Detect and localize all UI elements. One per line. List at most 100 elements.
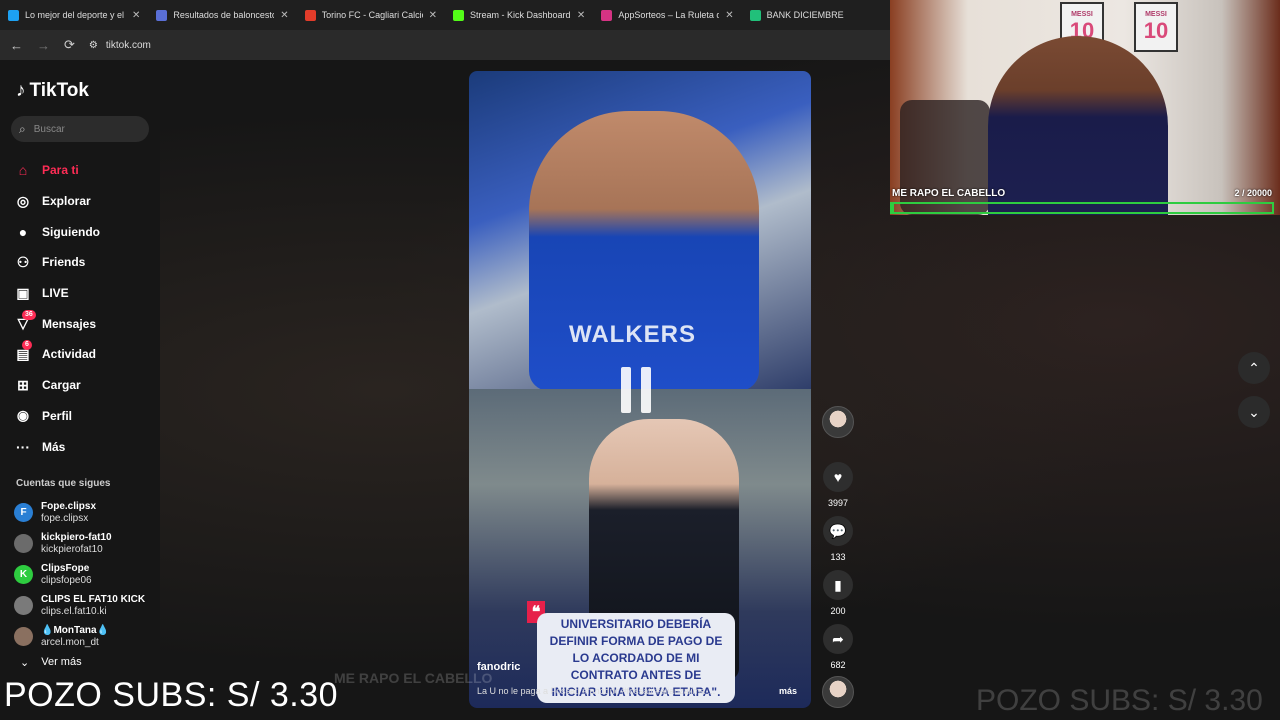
like-button[interactable]: ♥ 3997 xyxy=(821,462,855,508)
frame-number-2: 10 xyxy=(1143,17,1169,43)
close-icon[interactable]: ✕ xyxy=(725,10,733,21)
following-title: Cuentas que sigues xyxy=(16,478,111,489)
nav-item-following[interactable]: ● Siguiendo xyxy=(14,216,100,247)
bookmark-icon: ▮ xyxy=(823,570,853,600)
avatar xyxy=(14,596,33,615)
browser-tab[interactable]: BANK DICIEMBRE xyxy=(742,0,890,30)
video-top-frame: WALKERS xyxy=(469,71,811,391)
next-video-button[interactable]: ⌄ xyxy=(1238,396,1270,428)
jersey-text: WALKERS xyxy=(569,321,696,348)
following-account[interactable]: 💧MonTana💧 arcel.mon_dt xyxy=(14,621,145,652)
tab-label: Stream - Kick Dashboard xyxy=(469,10,571,20)
comment-button[interactable]: 💬 133 xyxy=(821,516,855,562)
share-icon: ➦ xyxy=(823,624,853,654)
avatar xyxy=(822,406,854,438)
home-icon: ⌂ xyxy=(18,162,28,179)
following-account[interactable]: CLIPS EL FAT10 KICK clips.el.fat10.ki xyxy=(14,590,145,621)
forward-icon[interactable]: → xyxy=(37,38,50,53)
nav-item-friends[interactable]: ⚇ Friends xyxy=(14,247,100,278)
nav-item-messages[interactable]: ▽ 36 Mensajes xyxy=(14,308,100,339)
following-account[interactable]: K ClipsFope clipsfope06 xyxy=(14,559,145,590)
pause-icon[interactable] xyxy=(621,367,651,413)
close-icon[interactable]: ✕ xyxy=(577,10,585,21)
logo-text: TikTok xyxy=(29,80,89,101)
browser-tab[interactable]: Torino FC - Cagliari Calcio Fútbol ✕ xyxy=(297,0,445,30)
nav-label: Más xyxy=(42,439,66,454)
nav-item-profile[interactable]: ◉ Perfil xyxy=(14,401,100,432)
frame-label-2: MESSI xyxy=(1145,10,1167,18)
upload-icon: ⊞ xyxy=(17,376,29,393)
creator-avatar[interactable] xyxy=(821,406,855,438)
following-account[interactable]: kickpiero-fat10 kickpierofat10 xyxy=(14,528,145,559)
music-disc[interactable] xyxy=(821,676,855,708)
url-text: tiktok.com xyxy=(105,39,151,51)
more-icon: ··· xyxy=(16,438,30,455)
comment-count: 133 xyxy=(830,552,846,562)
account-handle: arcel.mon_dt xyxy=(41,636,99,648)
goal-count: 2 / 20000 xyxy=(1234,188,1272,198)
description-more-link[interactable]: más xyxy=(779,686,797,696)
nav-item-upload[interactable]: ⊞ Cargar xyxy=(14,370,100,401)
nav-label: Cargar xyxy=(42,378,81,393)
nav-label: Explorar xyxy=(42,194,91,209)
avatar xyxy=(14,627,33,646)
browser-tab[interactable]: AppSorteos – La Ruleta de la Suerte ✕ xyxy=(593,0,741,30)
chevron-down-icon: ⌄ xyxy=(1248,403,1260,420)
nav-label: Perfil xyxy=(42,408,73,423)
reload-icon[interactable]: ⟳ xyxy=(64,37,75,53)
back-icon[interactable]: ← xyxy=(10,38,23,53)
tab-label: Torino FC - Cagliari Calcio Fútbol xyxy=(321,10,423,20)
previous-video-button[interactable]: ⌃ xyxy=(1238,352,1270,384)
following-account[interactable]: F Fope.clipsx fope.clipsx xyxy=(14,497,145,528)
account-name: CLIPS EL FAT10 KICK xyxy=(41,593,146,605)
nav-label: Friends xyxy=(42,255,86,270)
goal-progress-fill xyxy=(892,204,894,212)
nav-badge: 6 xyxy=(22,340,32,351)
tab-label: BANK DICIEMBRE xyxy=(766,10,844,20)
close-icon[interactable]: ✕ xyxy=(429,10,437,21)
nav-item-activity[interactable]: ▤ 6 Actividad xyxy=(14,339,100,370)
nav-label: Actividad xyxy=(42,347,97,362)
see-more-label: Ver más xyxy=(41,656,82,668)
video-description-text: La U no le paga a Fossati #fanodric #fos… xyxy=(477,686,716,696)
nav-item-home[interactable]: ⌂ Para ti xyxy=(14,155,100,186)
share-button[interactable]: ➦ 682 xyxy=(821,624,855,670)
nav-item-compass[interactable]: ◎ Explorar xyxy=(14,186,100,217)
close-icon[interactable]: ✕ xyxy=(280,10,288,21)
nav-item-live[interactable]: ▣ LIVE xyxy=(14,278,100,309)
friends-icon: ⚇ xyxy=(16,253,30,270)
site-settings-icon[interactable]: ⚙ xyxy=(89,40,98,51)
browser-tab[interactable]: Resultados de baloncesto en directo ✕ xyxy=(148,0,296,30)
account-handle: clipsfope06 xyxy=(41,574,92,586)
messages-icon: ▽ 36 xyxy=(14,309,36,333)
ghost-goal-title: ME RAPO EL CABELLO xyxy=(334,670,493,686)
nav-label: Para ti xyxy=(42,163,79,178)
tiktok-logo[interactable]: ♪ TikTok xyxy=(16,80,89,102)
avatar xyxy=(14,534,33,553)
frame-label: MESSI xyxy=(1071,10,1093,18)
nav-item-more[interactable]: ··· Más xyxy=(14,431,100,462)
save-button[interactable]: ▮ 200 xyxy=(821,570,855,616)
compass-icon: ◎ xyxy=(16,192,30,209)
close-icon[interactable]: ✕ xyxy=(132,10,140,21)
avatar: K xyxy=(14,565,33,584)
comment-icon: 💬 xyxy=(823,516,853,546)
search-icon: ⌕ xyxy=(19,121,26,136)
chevron-up-icon: ⌃ xyxy=(1248,359,1260,376)
search-input[interactable]: ⌕ Buscar xyxy=(11,116,149,142)
browser-tab[interactable]: Stream - Kick Dashboard ✕ xyxy=(445,0,593,30)
pozo-ghost: POZO SUBS: S/ 3.30 xyxy=(976,684,1263,717)
tab-label: AppSorteos – La Ruleta de la Suerte xyxy=(618,10,720,20)
tab-favicon-icon xyxy=(749,9,761,21)
account-name: kickpiero-fat10 xyxy=(41,531,112,543)
browser-address-bar: ← → ⟳ ⚙ tiktok.com xyxy=(0,30,890,60)
video-player[interactable]: WALKERS ❝ UNIVERSITARIO DEBERÍA DEFINIR … xyxy=(469,71,811,708)
tab-favicon-icon xyxy=(8,9,19,21)
account-name: Fope.clipsx xyxy=(41,500,97,512)
chevron-down-icon: ⌄ xyxy=(20,657,30,669)
browser-tab[interactable]: Lo mejor del deporte y el entretenimient… xyxy=(0,0,148,30)
save-count: 200 xyxy=(830,606,846,616)
tab-favicon-icon xyxy=(156,9,168,21)
see-more-button[interactable]: ⌄ Ver más xyxy=(20,656,82,669)
url-field[interactable]: ⚙ tiktok.com xyxy=(89,40,151,51)
